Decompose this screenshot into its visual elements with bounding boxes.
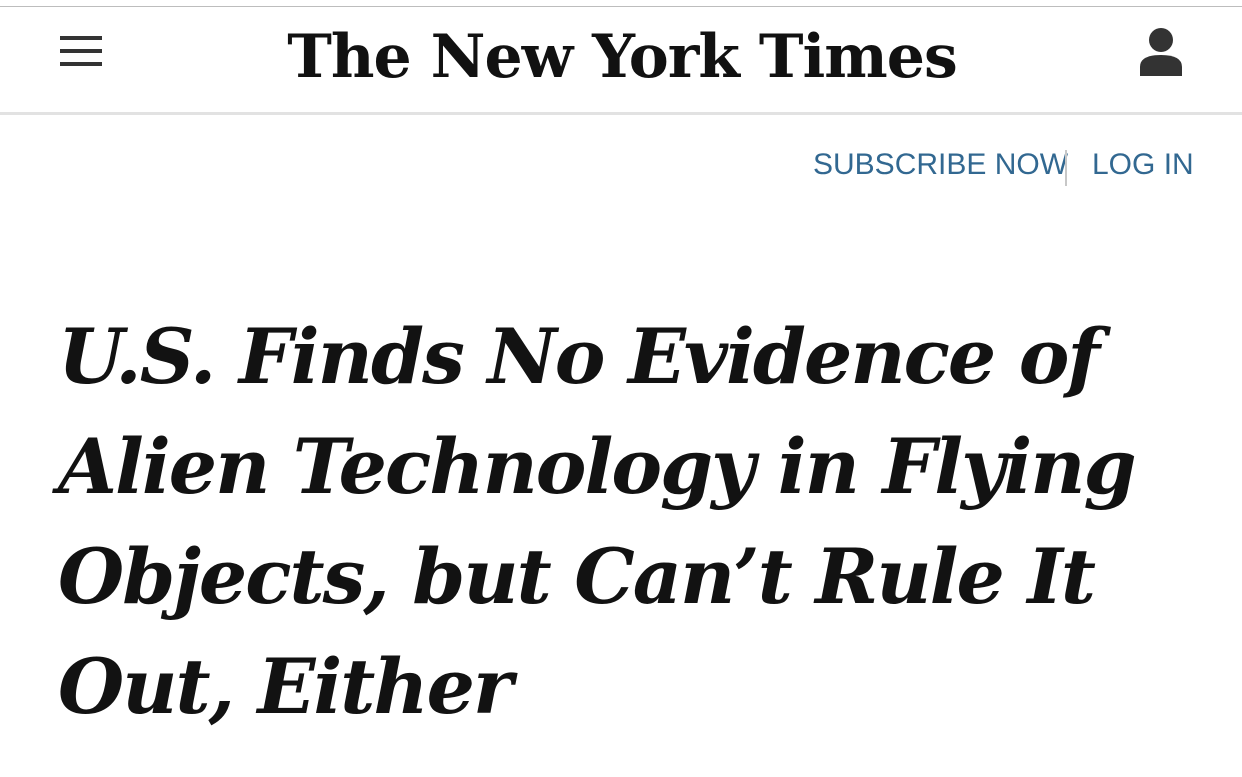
log-in-link[interactable]: LOG IN — [1092, 148, 1194, 182]
top-rule — [0, 0, 1242, 7]
account-button[interactable] — [1136, 25, 1186, 77]
masthead-divider — [0, 112, 1242, 115]
site-logo[interactable]: The New York Times — [287, 15, 957, 99]
article-headline: U.S. Finds No Evidence of Alien Technolo… — [58, 312, 1137, 731]
masthead: The New York Times — [0, 7, 1242, 113]
auth-bar: SUBSCRIBE NOW LOG IN — [760, 140, 1200, 194]
subscribe-now-link[interactable]: SUBSCRIBE NOW — [813, 148, 1068, 182]
menu-button[interactable] — [58, 34, 104, 68]
auth-divider — [1065, 150, 1067, 186]
user-account-icon — [1140, 28, 1182, 76]
